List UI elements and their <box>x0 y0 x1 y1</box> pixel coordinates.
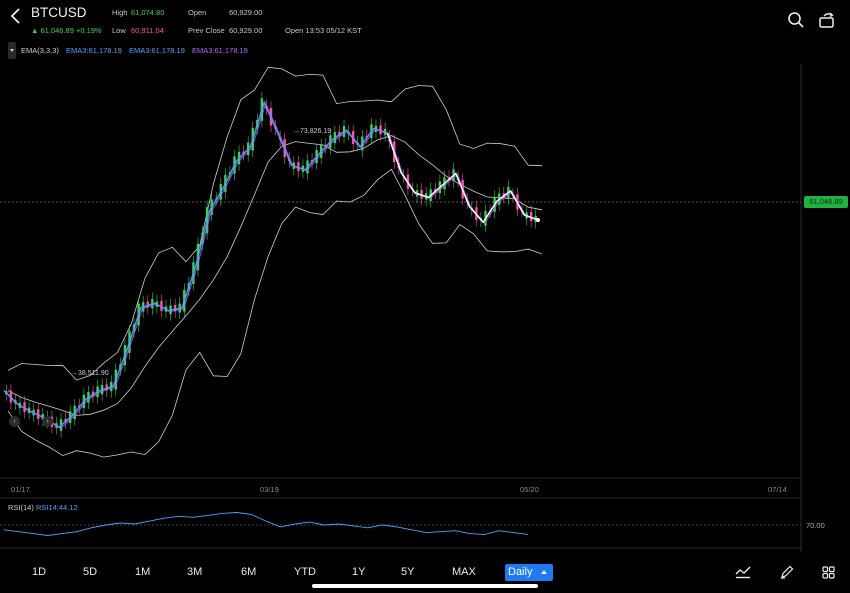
home-indicator <box>312 584 538 588</box>
band-upper <box>7 66 543 381</box>
x-tick-label: 05/20 <box>520 485 539 494</box>
rsi-level-label: 70.00 <box>806 521 825 530</box>
last-price-tag: 61,046.89 <box>804 196 848 208</box>
ema-line-blue <box>3 100 539 429</box>
grid-icon <box>822 566 835 579</box>
rsi-legend: RSI(14) RSI14:44.12 <box>8 503 78 512</box>
low-annotation: →38,511.90 <box>71 370 109 377</box>
timeframe-1y[interactable]: 1Y <box>352 566 365 578</box>
band-lower <box>7 168 543 458</box>
scroll-right-button[interactable]: › <box>42 416 53 427</box>
interval-label: Daily <box>508 566 533 578</box>
timeframe-6m[interactable]: 6M <box>241 566 256 578</box>
x-tick-label: 07/14 <box>768 485 787 494</box>
timeframe-5d[interactable]: 5D <box>83 566 97 578</box>
rsi-series-line <box>3 512 529 536</box>
ema-lines <box>3 100 540 429</box>
last-price-dot <box>536 217 540 222</box>
timeframe-ytd[interactable]: YTD <box>294 566 316 578</box>
interval-dropdown[interactable]: Daily <box>505 564 553 581</box>
high-annotation-value: 73,826.19 <box>300 128 332 135</box>
caret-up-icon <box>541 570 547 574</box>
chevron-right-small-icon: › <box>46 418 49 425</box>
rsi-label: RSI(14) <box>8 503 34 512</box>
rsi-line <box>3 512 529 536</box>
ema-line-purple <box>5 101 540 429</box>
price-chart[interactable] <box>0 0 850 593</box>
indicators-button[interactable] <box>735 565 751 579</box>
scroll-left-button[interactable]: ‹ <box>9 416 20 427</box>
timeframe-1m[interactable]: 1M <box>135 566 150 578</box>
timeframe-max[interactable]: MAX <box>452 566 476 578</box>
timeframe-3m[interactable]: 3M <box>187 566 202 578</box>
rsi-value: RSI14:44.12 <box>35 503 78 512</box>
low-annotation-value: 38,511.90 <box>78 370 109 377</box>
x-tick-label: 03/19 <box>260 485 279 494</box>
pencil-icon <box>781 565 794 579</box>
indicator-chart-icon <box>735 566 751 579</box>
layout-button[interactable] <box>822 566 835 579</box>
high-annotation: →73,826.19 <box>293 128 332 135</box>
chevron-left-small-icon: ‹ <box>13 418 16 425</box>
x-tick-label: 01/17 <box>11 485 30 494</box>
timeframe-1d[interactable]: 1D <box>32 566 46 578</box>
candles <box>5 91 537 438</box>
timeframe-5y[interactable]: 5Y <box>401 566 414 578</box>
draw-button[interactable] <box>780 565 794 579</box>
